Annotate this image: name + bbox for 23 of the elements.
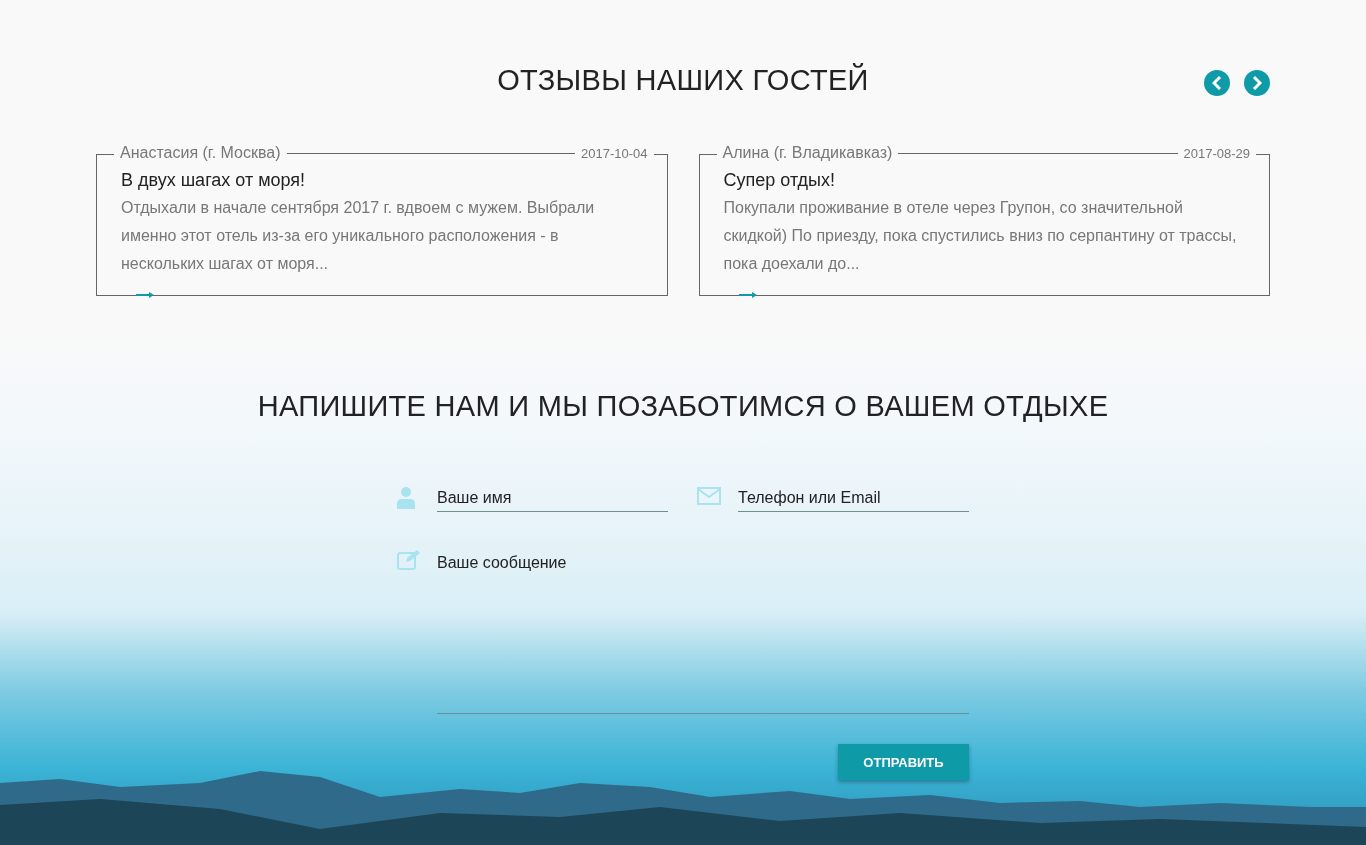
review-date: 2017-10-04: [581, 145, 648, 161]
section-title: ОТЗЫВЫ НАШИХ ГОСТЕЙ: [497, 64, 869, 98]
section-title: НАПИШИТЕ НАМ И МЫ ПОЗАБОТИМСЯ О ВАШЕМ ОТДЫХЕ: [257, 390, 1109, 423]
contact-field[interactable]: Телефон или Email: [738, 485, 969, 512]
envelope-icon: [697, 487, 721, 505]
arrow-right-icon[interactable]: [738, 292, 757, 298]
review-title: В двух шагах от моря!: [121, 170, 307, 191]
review-title: Супер отдых!: [723, 170, 836, 191]
chevron-right-icon: [1252, 76, 1262, 90]
chevron-left-icon: [1212, 76, 1222, 90]
review-author: Алина (г. Владикавказ): [721, 144, 893, 162]
name-field[interactable]: Ваше имя: [437, 485, 668, 512]
message-field[interactable]: Ваше сообщение: [437, 548, 969, 714]
review-author: Анастасия (г. Москва): [119, 144, 281, 162]
review-text: Отдыхали в начале сентября 2017 г. вдвоем с мужем. Выбрали именно этот отель из-за его уникального расположения - в нескольких шагах от моря...: [121, 198, 596, 274]
next-button[interactable]: [1244, 70, 1270, 96]
arrow-right-icon[interactable]: [136, 292, 154, 298]
previous-button[interactable]: [1204, 70, 1230, 96]
person-icon: [397, 487, 415, 509]
review-text: Покупали проживание в отеле через Групон, со значительной скидкой) По приезду, пока спустились вниз по серпантину от трассы, пока доехали до...: [723, 198, 1238, 274]
submit-button[interactable]: ОТПРАВИТЬ: [838, 744, 969, 780]
edit-icon: [397, 550, 421, 570]
review-date: 2017-08-29: [1183, 145, 1250, 161]
